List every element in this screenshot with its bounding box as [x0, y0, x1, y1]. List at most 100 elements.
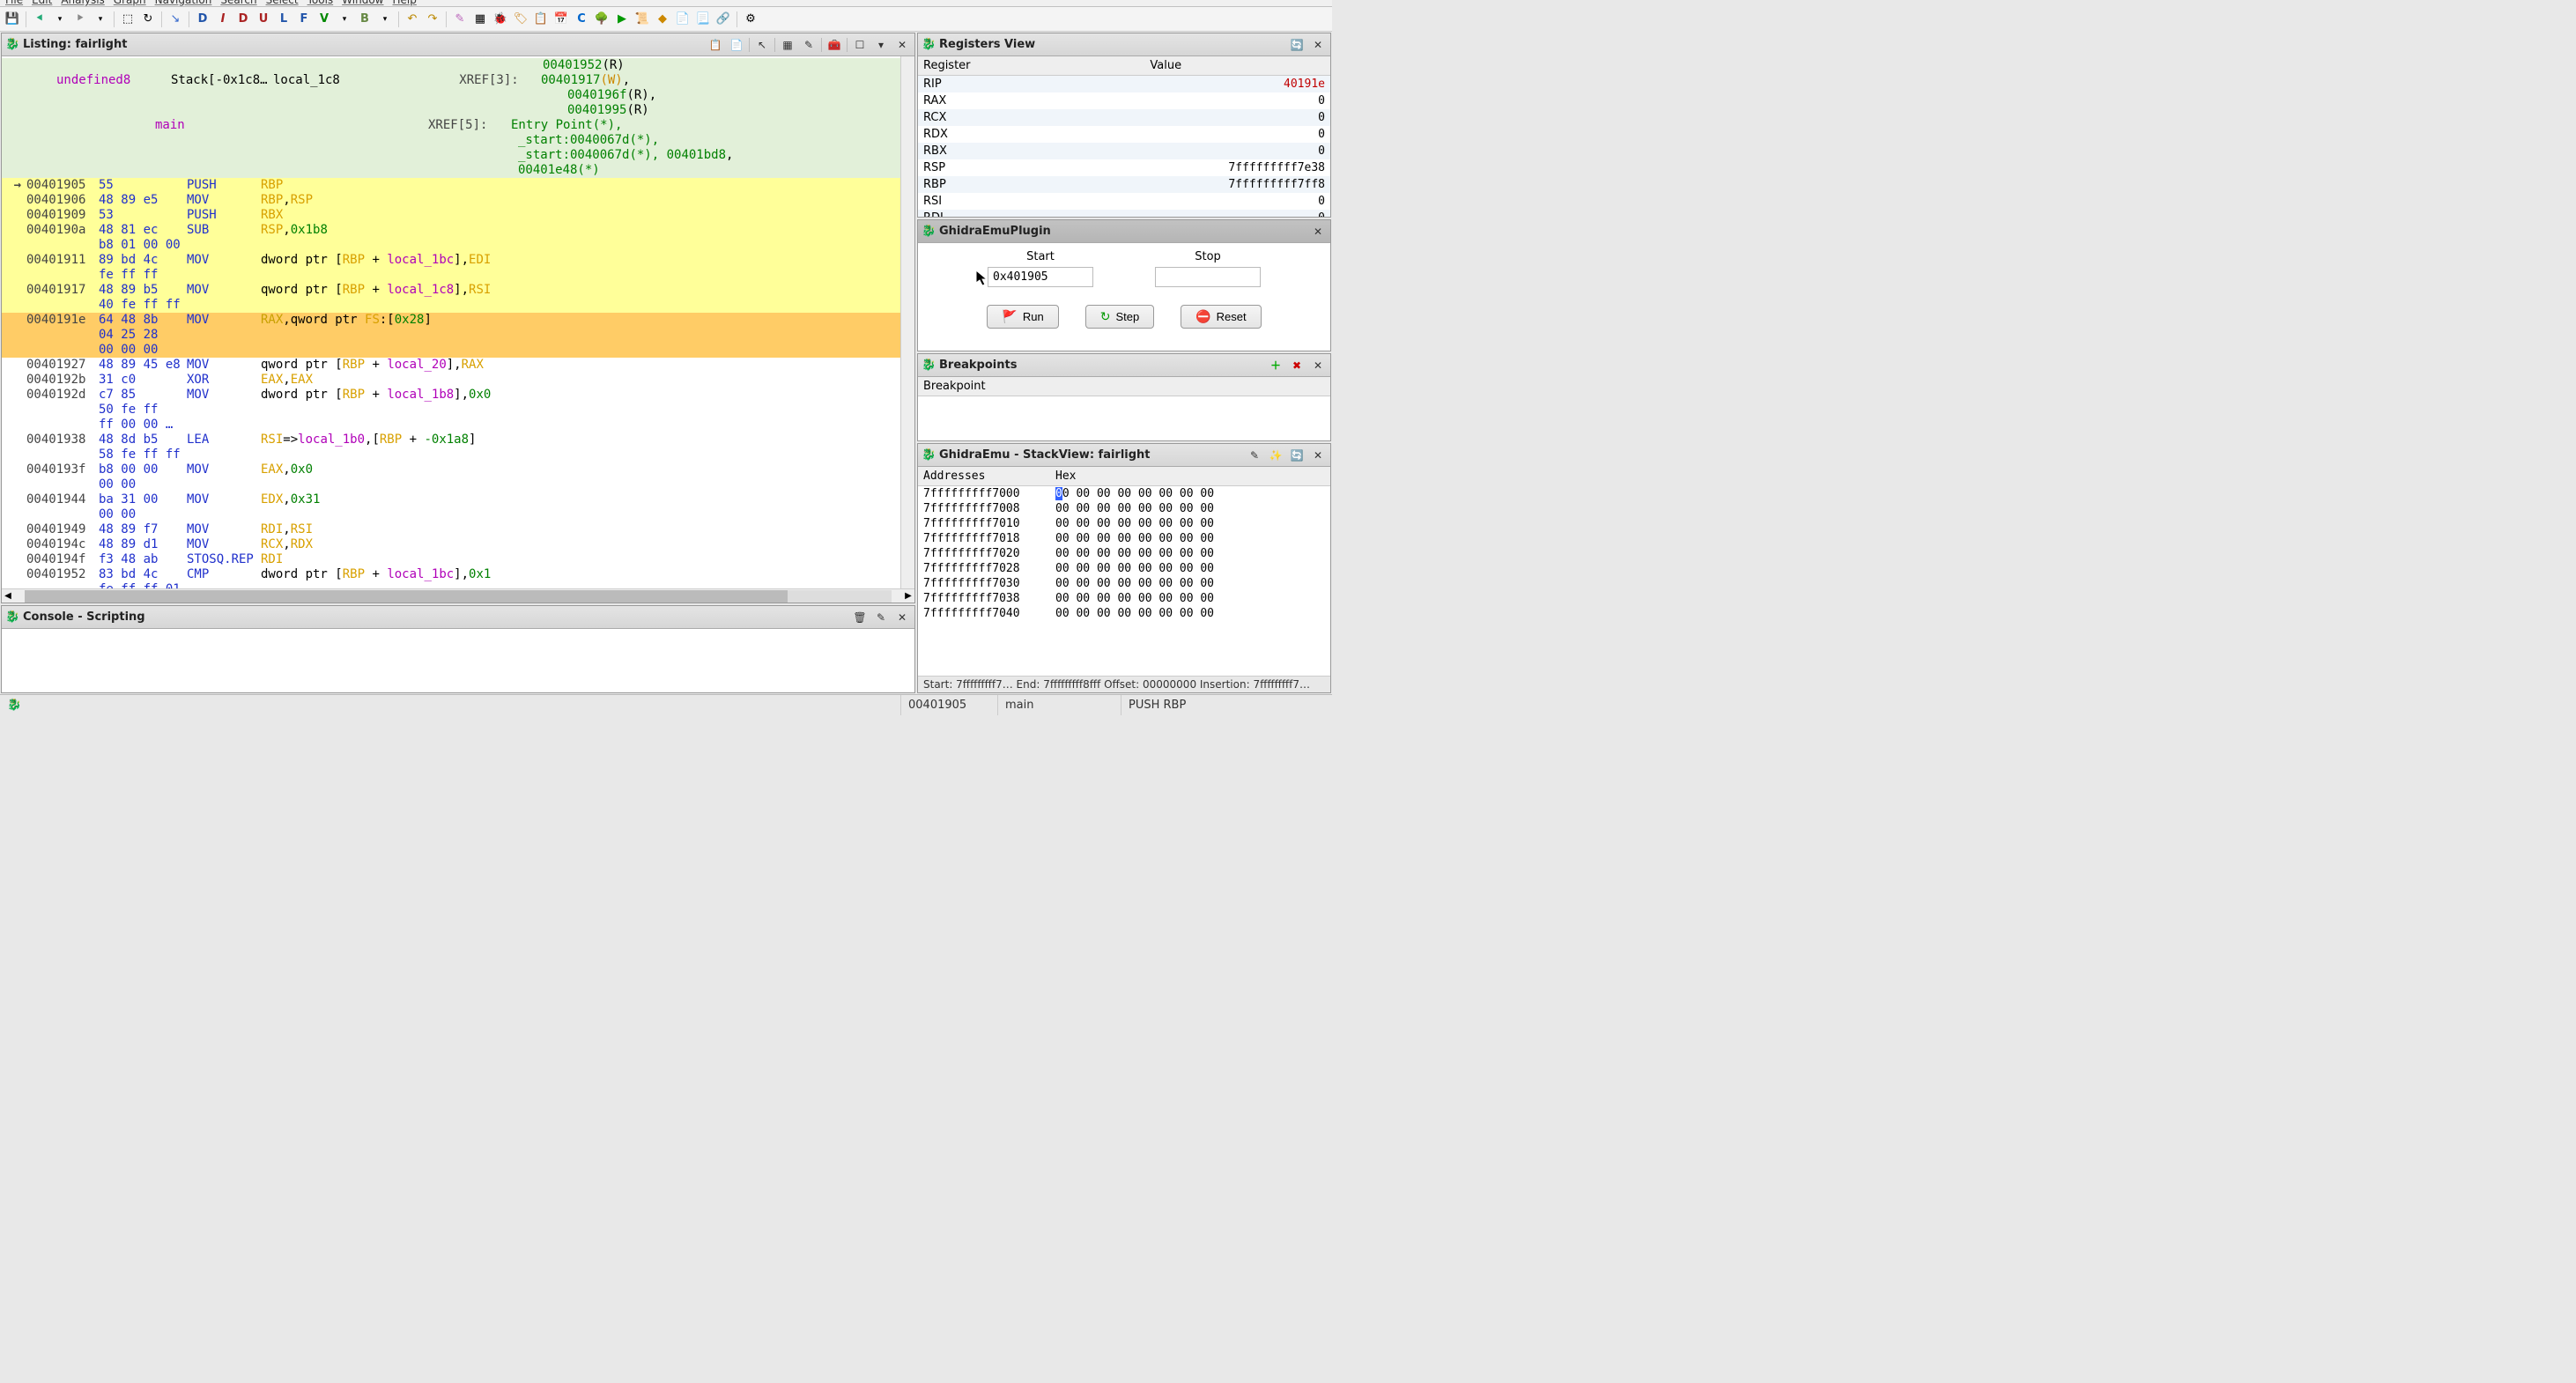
- listing-row[interactable]: 0040190648 89 e5MOVRBP,RSP: [2, 193, 900, 208]
- sheet2-icon[interactable]: 📃: [694, 11, 712, 28]
- chip-icon[interactable]: ▦: [471, 11, 489, 28]
- undo-arrow-icon[interactable]: ↶: [403, 11, 421, 28]
- stack-row[interactable]: 7fffffffff700800 00 00 00 00 00 00 00: [918, 501, 1330, 516]
- v-icon[interactable]: V: [315, 11, 333, 28]
- cal1-icon[interactable]: 📋: [532, 11, 550, 28]
- listing-view[interactable]: 00401952(R)undefined8Stack[-0x1c8…local_…: [2, 56, 900, 588]
- register-row[interactable]: RCX0: [918, 109, 1330, 126]
- stack-row[interactable]: 7fffffffff700000 00 00 00 00 00 00 00: [918, 486, 1330, 501]
- menu-graph[interactable]: Graph: [114, 0, 146, 6]
- hex-col[interactable]: Hex: [1050, 467, 1330, 485]
- menu-select[interactable]: Select: [266, 0, 299, 6]
- listing-row[interactable]: 0040191e64 48 8bMOVRAX,qword ptr FS:[0x2…: [2, 313, 900, 328]
- listing-row[interactable]: 50 fe ff: [2, 403, 900, 418]
- listing-row[interactable]: 00 00 00: [2, 343, 900, 358]
- listing-row[interactable]: 0040194948 89 f7MOVRDI,RSI: [2, 522, 900, 537]
- edit-listing-icon[interactable]: ✎: [800, 36, 818, 54]
- close-icon[interactable]: ✕: [1309, 447, 1327, 464]
- reset-button[interactable]: ⛔Reset: [1181, 305, 1261, 329]
- cursor-icon[interactable]: ↖: [753, 36, 771, 54]
- listing-row[interactable]: 0040193848 8d b5LEARSI=>local_1b0,[RBP +…: [2, 433, 900, 447]
- stack-row[interactable]: 7fffffffff702000 00 00 00 00 00 00 00: [918, 546, 1330, 561]
- stack-row[interactable]: 7fffffffff702800 00 00 00 00 00 00 00: [918, 561, 1330, 576]
- i-icon[interactable]: I: [214, 11, 232, 28]
- goto-icon[interactable]: ↘: [167, 11, 184, 28]
- register-row[interactable]: RDI0: [918, 210, 1330, 217]
- listing-row[interactable]: 0040191748 89 b5MOVqword ptr [RBP + loca…: [2, 283, 900, 298]
- menu-edit[interactable]: Edit: [32, 0, 52, 6]
- menu-file[interactable]: File: [5, 0, 23, 6]
- menu-help[interactable]: Help: [393, 0, 417, 6]
- menu-analysis[interactable]: Analysis: [61, 0, 104, 6]
- listing-row[interactable]: 00 00: [2, 507, 900, 522]
- listing-row[interactable]: 0040193fb8 00 00MOVEAX,0x0: [2, 462, 900, 477]
- menu-navigation[interactable]: Navigation: [155, 0, 212, 6]
- gear-icon[interactable]: ⚙: [742, 11, 759, 28]
- edit-icon[interactable]: ✎: [1246, 447, 1263, 464]
- play-icon[interactable]: ▶: [613, 11, 631, 28]
- listing-row[interactable]: 0040192b31 c0XOREAX,EAX: [2, 373, 900, 388]
- dropdown-icon[interactable]: ▾: [376, 11, 394, 28]
- close-icon[interactable]: ✕: [1309, 223, 1327, 240]
- register-col-value[interactable]: Value: [1144, 56, 1330, 76]
- listing-row[interactable]: 0040194ff3 48 abSTOSQ.REPRDI: [2, 552, 900, 567]
- listing-vscrollbar[interactable]: [900, 56, 914, 588]
- listing-row[interactable]: fe ff ff 01: [2, 582, 900, 588]
- listing-row[interactable]: ff 00 00 …: [2, 418, 900, 433]
- menu-icon[interactable]: ▾: [872, 36, 890, 54]
- listing-row[interactable]: 04 25 28: [2, 328, 900, 343]
- forward-icon[interactable]: ⯈: [71, 11, 89, 28]
- listing-row[interactable]: 58 fe ff ff: [2, 447, 900, 462]
- tree-icon[interactable]: 🌳: [593, 11, 611, 28]
- tag-icon[interactable]: 🏷: [512, 11, 529, 28]
- u-icon[interactable]: U: [255, 11, 272, 28]
- copy-icon[interactable]: 📋: [707, 36, 724, 54]
- layout-icon[interactable]: ▦: [779, 36, 796, 54]
- dropdown-icon[interactable]: ▾: [92, 11, 109, 28]
- listing-row[interactable]: 0040191189 bd 4cMOVdword ptr [RBP + loca…: [2, 253, 900, 268]
- wand-icon[interactable]: ✨: [1267, 447, 1284, 464]
- listing-row[interactable]: 0040194c48 89 d1MOVRCX,RDX: [2, 537, 900, 552]
- pencil-icon[interactable]: ✎: [451, 11, 469, 28]
- menu-window[interactable]: Window: [342, 0, 383, 6]
- start-input[interactable]: [988, 267, 1093, 287]
- stack-row[interactable]: 7fffffffff701800 00 00 00 00 00 00 00: [918, 531, 1330, 546]
- diamond-icon[interactable]: ◆: [654, 11, 671, 28]
- toolbox-icon[interactable]: 🧰: [825, 36, 843, 54]
- registers-body[interactable]: Register Value RIP40191eRAX0RCX0RDX0RBX0…: [918, 56, 1330, 217]
- listing-row[interactable]: 0040195283 bd 4cCMPdword ptr [RBP + loca…: [2, 567, 900, 582]
- listing-row[interactable]: fe ff ff: [2, 268, 900, 283]
- listing-row[interactable]: b8 01 00 00: [2, 238, 900, 253]
- breakpoints-body[interactable]: Breakpoint: [918, 377, 1330, 440]
- register-row[interactable]: RSP7fffffffff7e38: [918, 159, 1330, 176]
- listing-row[interactable]: 00 00: [2, 477, 900, 492]
- menu-tools[interactable]: Tools: [307, 0, 334, 6]
- dropdown-icon[interactable]: ▾: [336, 11, 353, 28]
- l-icon[interactable]: L: [275, 11, 292, 28]
- save-icon[interactable]: 💾: [4, 11, 21, 28]
- sheet-icon[interactable]: 📄: [674, 11, 692, 28]
- stack-row[interactable]: 7fffffffff703800 00 00 00 00 00 00 00: [918, 591, 1330, 606]
- paste-icon[interactable]: 📄: [728, 36, 745, 54]
- register-row[interactable]: RDX0: [918, 126, 1330, 143]
- c-icon[interactable]: C: [573, 11, 590, 28]
- stack-row[interactable]: 7fffffffff701000 00 00 00 00 00 00 00: [918, 516, 1330, 531]
- stack-body[interactable]: Addresses Hex 7fffffffff700000 00 00 00 …: [918, 467, 1330, 676]
- breakpoint-col[interactable]: Breakpoint: [918, 377, 1330, 396]
- add-icon[interactable]: ＋: [1267, 357, 1284, 374]
- link-icon[interactable]: 🔗: [714, 11, 732, 28]
- menu-bar[interactable]: FileEditAnalysisGraphNavigationSearchSel…: [0, 0, 1332, 7]
- listing-row[interactable]: →0040190555PUSHRBP: [2, 178, 900, 193]
- stack-row[interactable]: 7fffffffff703000 00 00 00 00 00 00 00: [918, 576, 1330, 591]
- run-button[interactable]: 🚩Run: [987, 305, 1058, 329]
- close-icon[interactable]: ✕: [893, 36, 911, 54]
- cal2-icon[interactable]: 📅: [552, 11, 570, 28]
- register-row[interactable]: RIP40191e: [918, 76, 1330, 93]
- listing-hscrollbar[interactable]: ◀ ▶: [2, 588, 914, 603]
- refresh-icon[interactable]: ↻: [139, 11, 157, 28]
- d-icon[interactable]: D: [194, 11, 211, 28]
- b-icon[interactable]: B: [356, 11, 374, 28]
- redo-arrow-icon[interactable]: ↷: [424, 11, 441, 28]
- register-row[interactable]: RBP7fffffffff7ff8: [918, 176, 1330, 193]
- d2-icon[interactable]: D: [234, 11, 252, 28]
